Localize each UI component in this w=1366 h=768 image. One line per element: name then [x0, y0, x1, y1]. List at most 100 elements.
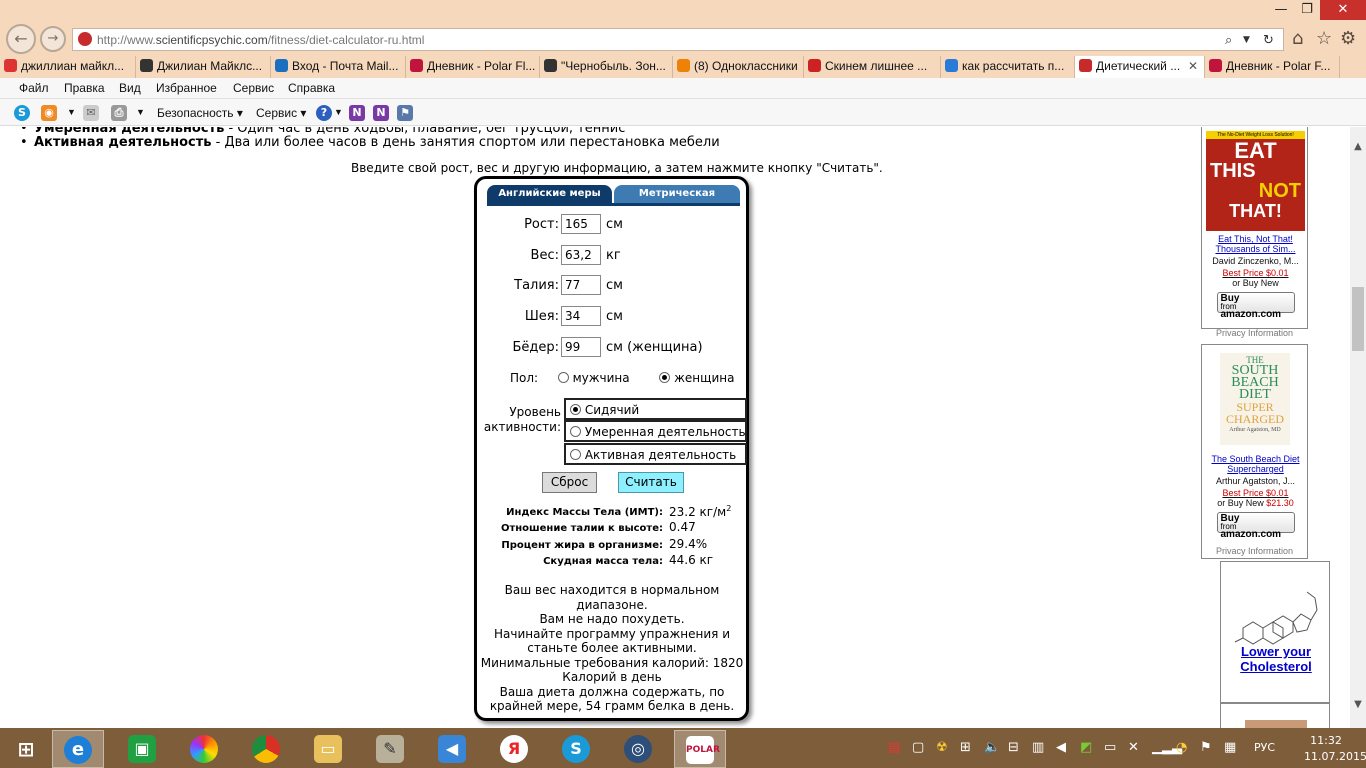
book-cover-eat-this[interactable]: The No-Diet Weight Loss Solution! EAT TH… [1206, 131, 1305, 231]
book1-best-price[interactable]: Best Price $0.01 [1202, 268, 1309, 278]
weight-input[interactable] [561, 245, 601, 265]
print-icon[interactable]: ⎙ [111, 105, 127, 121]
tray-clock[interactable]: 11:32 11.07.2015 [1304, 733, 1366, 765]
research-icon[interactable]: ⚑ [397, 105, 413, 121]
tray-windows-icon[interactable]: ⊞ [960, 740, 971, 755]
taskbar-skype[interactable]: S [550, 730, 602, 768]
tab-metric-units[interactable]: Метрическая система [614, 185, 740, 217]
hips-input[interactable] [561, 337, 601, 357]
activity-moderate-radio[interactable] [570, 426, 581, 437]
browser-tab[interactable]: Вход - Почта Mail... [271, 56, 406, 78]
tray-speaker-icon[interactable]: ◀ [1056, 740, 1066, 755]
taskbar-polar[interactable]: POLAR [674, 730, 726, 768]
scroll-up-icon[interactable]: ▲ [1350, 141, 1366, 152]
menu-file[interactable]: Файл [19, 81, 49, 95]
tray-flag-icon[interactable]: ⚑ [1200, 740, 1212, 755]
address-url[interactable]: http://www.scientificpsychic.com/fitness… [97, 33, 424, 47]
menu-tools[interactable]: Сервис [233, 81, 274, 95]
tab-english-units[interactable]: Английские меры [487, 185, 612, 205]
tray-nvidia-icon[interactable]: ◩ [1080, 740, 1092, 755]
book1-subtitle-link[interactable]: Thousands of Sim... [1202, 244, 1309, 254]
taskbar-globe[interactable]: ◎ [612, 730, 664, 768]
search-icon[interactable]: ⌕ [1225, 33, 1232, 48]
activity-active-radio[interactable] [570, 449, 581, 460]
browser-tab[interactable]: Дневник - Polar F... [1205, 56, 1340, 78]
taskbar-yandex[interactable]: Я [488, 730, 540, 768]
calculate-button[interactable]: Считать [618, 472, 684, 493]
taskbar-ie[interactable]: e [52, 730, 104, 768]
browser-tab[interactable]: Джилиан Майклс... [136, 56, 271, 78]
scroll-down-icon[interactable]: ▼ [1350, 699, 1366, 710]
gender-female-label[interactable]: женщина [674, 371, 734, 385]
browser-tab[interactable]: Дневник - Polar Fl... [406, 56, 540, 78]
gender-male-label[interactable]: мужчина [573, 371, 630, 385]
browser-tab[interactable]: джиллиан майкл... [0, 56, 136, 78]
ad-next-box[interactable] [1220, 703, 1330, 728]
rss-feed-icon[interactable]: ◉ [41, 105, 57, 121]
scroll-thumb[interactable] [1352, 287, 1364, 351]
tray-pdf-icon[interactable]: ▤ [888, 740, 900, 755]
forward-button[interactable]: → [40, 26, 66, 52]
taskbar-chrome[interactable] [240, 730, 292, 768]
book2-privacy-link[interactable]: Privacy Information [1216, 546, 1293, 556]
address-bar[interactable]: http://www.scientificpsychic.com/fitness… [72, 28, 1284, 51]
skype-icon[interactable]: S [14, 105, 30, 121]
safety-menu[interactable]: Безопасность ▾ [157, 106, 243, 120]
book1-title-link[interactable]: Eat This, Not That! [1202, 234, 1309, 244]
menu-favorites[interactable]: Избранное [156, 81, 217, 95]
settings-gear-icon[interactable]: ⚙ [1340, 28, 1356, 49]
browser-tab[interactable]: Диетический ... ✕ [1075, 56, 1205, 78]
home-icon[interactable]: ⌂ [1292, 28, 1303, 49]
gender-female-radio[interactable] [659, 372, 671, 383]
taskbar-app-map[interactable]: ✎ [364, 730, 416, 768]
book1-amazon-button[interactable]: Buy from amazon.com [1216, 292, 1295, 320]
book2-subtitle-link[interactable]: Supercharged [1202, 464, 1309, 474]
onenote-icon[interactable]: N [349, 105, 365, 121]
service-menu[interactable]: Сервис ▾ [256, 106, 306, 120]
tray-action-center-icon[interactable]: ▦ [1224, 740, 1236, 755]
activity-option-moderate[interactable]: Умеренная деятельность [564, 420, 747, 442]
browser-tab[interactable]: Скинем лишнее ... [804, 56, 941, 78]
taskbar-store[interactable]: ▣ [116, 730, 168, 768]
book1-privacy-link[interactable]: Privacy Information [1216, 328, 1293, 338]
dropdown-arrow-icon[interactable]: ▼ [1243, 35, 1250, 45]
browser-tab[interactable]: как рассчитать п... [941, 56, 1075, 78]
help-icon[interactable]: ? [316, 105, 332, 121]
menu-edit[interactable]: Правка [64, 81, 105, 95]
book2-best-price[interactable]: Best Price $0.01 [1202, 488, 1309, 498]
maximize-button[interactable]: ❐ [1294, 0, 1320, 20]
tray-display-icon[interactable]: ▢ [912, 740, 924, 755]
browser-tab[interactable]: (8) Одноклассники [673, 56, 804, 78]
minimize-button[interactable]: — [1268, 0, 1294, 20]
favorites-star-icon[interactable]: ☆ [1316, 28, 1332, 49]
mail-icon[interactable]: ✉ [83, 105, 99, 121]
tray-network-icon[interactable]: ▥ [1032, 740, 1044, 755]
close-window-button[interactable]: ✕ [1320, 0, 1366, 20]
reset-button[interactable]: Сброс [542, 472, 597, 493]
activity-option-sedentary[interactable]: Сидячий [564, 398, 747, 420]
menu-help[interactable]: Справка [288, 81, 335, 95]
waist-input[interactable] [561, 275, 601, 295]
tray-language[interactable]: РУС [1254, 741, 1275, 754]
cholesterol-link-2[interactable]: Cholesterol [1221, 659, 1331, 674]
browser-tab[interactable]: "Чернобыль. Зон... [540, 56, 673, 78]
taskbar-picasa[interactable] [178, 730, 230, 768]
taskbar-explorer[interactable]: ▭ [302, 730, 354, 768]
menu-view[interactable]: Вид [119, 81, 141, 95]
tray-usb-icon[interactable]: ⊟ [1008, 740, 1019, 755]
activity-option-active[interactable]: Активная деятельность [564, 443, 747, 465]
tray-volume-icon[interactable]: 🔈 [984, 740, 1000, 755]
page-scrollbar[interactable]: ▲ ▼ [1350, 127, 1366, 728]
book2-title-link[interactable]: The South Beach Diet [1202, 454, 1309, 464]
height-input[interactable] [561, 214, 601, 234]
refresh-icon[interactable]: ↻ [1263, 33, 1274, 48]
tray-sync-icon[interactable]: ✕ [1128, 740, 1139, 755]
tab-close-icon[interactable]: ✕ [1188, 59, 1198, 73]
back-button[interactable]: ← [6, 24, 36, 54]
book2-amazon-button[interactable]: Buy from amazon.com [1216, 512, 1295, 540]
start-button[interactable]: ⊞ [0, 730, 52, 768]
help-dropdown-icon[interactable]: ▼ [334, 107, 343, 117]
tray-clock-icon[interactable]: ◔ [1176, 740, 1187, 755]
neck-input[interactable] [561, 306, 601, 326]
cholesterol-link-1[interactable]: Lower your [1221, 644, 1331, 659]
